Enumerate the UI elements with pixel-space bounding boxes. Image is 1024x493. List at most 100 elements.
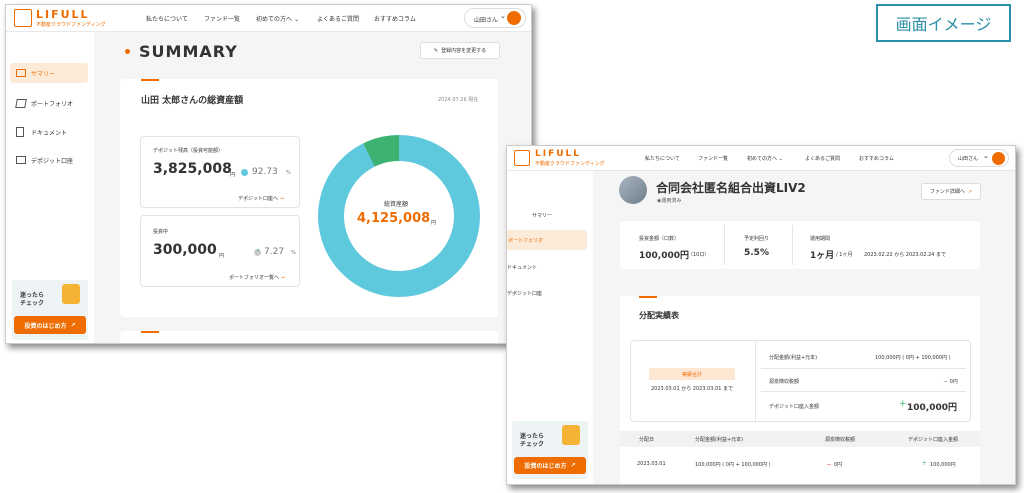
fund-detail-button[interactable]: ファンド詳細へ ↗ (921, 183, 981, 200)
sidebar-item-documents[interactable]: ドキュメント (10, 122, 88, 142)
sidebar-item-label: デポジット口座 (31, 157, 74, 165)
sidebar-item-deposit[interactable]: デポジット口座 (507, 284, 583, 302)
sidebar-item-deposit[interactable]: デポジット口座 (10, 150, 88, 170)
row3-value: 100,000円 (907, 403, 957, 413)
row2-value: － 0円 (943, 379, 958, 385)
next-card (120, 331, 498, 343)
deposit-pct-sign: % (286, 170, 291, 176)
nav-funds[interactable]: ファンド一覧 (204, 14, 240, 23)
summary-screen: LIFULL 不動産クラウドファンディング 私たちについて ファンド一覧 初めて… (5, 4, 532, 344)
document-icon (16, 127, 24, 137)
period-label: 運用期間 (810, 236, 831, 242)
donut-label: 総資産額 (384, 201, 409, 208)
deposit-link-label: デポジット口座へ (238, 196, 279, 202)
fund-status-label: 運用済み (661, 198, 682, 204)
as-of-date: 2024.07.26 現在 (438, 97, 479, 103)
table-row: 2023.03.01 100,000円 ( 0円 + 100,000円 ) － … (620, 447, 980, 481)
row3-plus: + (899, 399, 907, 409)
logo-text: LIFULL (36, 8, 90, 21)
chevron-down-icon: ⌄ (293, 16, 299, 23)
external-link-icon: ↗ (967, 188, 973, 195)
fund-detail-label: ファンド詳細へ (929, 189, 965, 195)
promo-panel: 迷ったら チェック 投資のはじめ方 ↗ (12, 280, 88, 340)
cell-amount: 100,000円 ( 0円 + 100,000円 ) (695, 462, 771, 468)
nav-beginners[interactable]: 初めての方へ ⌄ (256, 14, 299, 23)
avatar (507, 11, 521, 25)
period-range: 2023.02.22 から 2023.02.24 まで (864, 252, 947, 258)
cell-deposit: 100,000円 (930, 462, 956, 468)
arrow-right-icon: → (280, 275, 285, 281)
nav-about[interactable]: 私たちについて (645, 155, 680, 162)
donut-value: 4,125,008 (357, 211, 431, 226)
yield-value: 5.5% (744, 248, 769, 258)
results-badge: 実績合計 (649, 368, 735, 380)
logo-sub: 不動産クラウドファンディング (36, 22, 106, 28)
fund-status: ◉運用済み (657, 197, 681, 204)
external-link-icon: ↗ (570, 462, 576, 469)
results-summary: 実績合計 2023.03.01 から 2023.03.01 まで 分配金額(利益… (630, 340, 971, 423)
avatar (992, 152, 1005, 165)
yield-label: 予定利回り (744, 236, 770, 242)
sidebar-item-label: ドキュメント (507, 264, 538, 271)
cell-tax: 0円 (834, 462, 843, 468)
divider (761, 368, 966, 369)
how-to-invest-button[interactable]: 投資のはじめ方 ↗ (514, 457, 586, 474)
donut-unit: 円 (431, 220, 437, 226)
divider (724, 225, 725, 265)
change-registration-label: 登録内容を変更する (441, 48, 487, 54)
col-date: 分配日 (639, 437, 655, 443)
distribution-card: 分配実績表 実績合計 2023.03.01 から 2023.03.01 まで 分… (620, 296, 980, 484)
chevron-down-icon: ⌄ (778, 156, 783, 162)
user-name: 山田さん (958, 156, 979, 162)
sidebar-item-documents[interactable]: ドキュメント (507, 258, 583, 276)
logo-icon (514, 150, 530, 166)
col-amount: 分配金額(利益+元本) (695, 437, 744, 443)
results-badge-label: 実績合計 (681, 371, 702, 378)
accent-line (141, 79, 159, 81)
logo-sub: 不動産クラウドファンディング (535, 161, 605, 167)
nav-faq[interactable]: よくあるご質問 (805, 155, 840, 162)
nav-beginners[interactable]: 初めての方へ ⌄ (747, 155, 783, 162)
sidebar-item-label: デポジット口座 (507, 290, 543, 297)
user-menu[interactable]: 山田さん ⌄ (949, 149, 1009, 167)
sidebar-item-summary[interactable]: サマリー (10, 63, 88, 83)
how-to-invest-button[interactable]: 投資のはじめ方 ↗ (14, 316, 86, 334)
change-registration-button[interactable]: ✎ 登録内容を変更する (420, 42, 500, 59)
promo-line2: チェック (520, 441, 545, 448)
cell-tax-minus: － (826, 462, 833, 469)
nav-column[interactable]: おすすめコラム (859, 155, 894, 162)
how-to-invest-label: 投資のはじめ方 (524, 463, 567, 470)
fund-title: 合同会社匿名組合出資LIV2 (656, 181, 806, 195)
nav-column[interactable]: おすすめコラム (374, 14, 416, 23)
chevron-down-icon: ⌄ (983, 152, 989, 160)
sidebar-item-label: ドキュメント (31, 129, 68, 137)
table-header: 分配日 分配金額(利益+元本) 源泉徴収税額 デポジット口座入金額 (620, 431, 980, 447)
fund-thumbnail (619, 176, 647, 204)
sidebar-item-summary[interactable]: サマリー (507, 206, 583, 224)
sidebar: サマリー ポートフォリオ ドキュメント デポジット口座 迷ったら チェック 投資… (6, 32, 94, 343)
nav-about[interactable]: 私たちについて (146, 14, 188, 23)
house-icon (562, 425, 580, 445)
distribution-title: 分配実績表 (639, 311, 679, 320)
deposit-value: 3,825,008 (153, 161, 232, 177)
nav-beginners-label: 初めての方へ (747, 156, 778, 162)
sidebar-item-portfolio[interactable]: ポートフォリオ (507, 230, 587, 250)
invest-pct-sign: % (291, 250, 296, 256)
period-value: 1ヶ月 (810, 251, 835, 261)
invest-pct: 7.27 (264, 247, 285, 257)
user-menu[interactable]: 山田さん ⌄ (464, 8, 526, 28)
nav-faq[interactable]: よくあるご質問 (317, 14, 359, 23)
arrow-right-icon: → (279, 196, 284, 202)
promo-line2: チェック (20, 300, 45, 307)
fund-detail-screen: LIFULL 不動産クラウドファンディング 私たちについて ファンド一覧 初めて… (506, 145, 1016, 485)
divider (755, 341, 756, 423)
summary-icon (16, 69, 26, 77)
house-icon (62, 284, 80, 304)
sidebar-item-portfolio[interactable]: ポートフォリオ (10, 93, 88, 113)
deposit-unit: 円 (230, 172, 236, 178)
accent-line (141, 331, 159, 333)
nav-funds[interactable]: ファンド一覧 (698, 155, 728, 162)
portfolio-link[interactable]: ポートフォリオ一覧へ → (229, 274, 285, 281)
row3-label: デポジット口座入金額 (769, 404, 820, 410)
deposit-link[interactable]: デポジット口座へ → (238, 195, 284, 202)
